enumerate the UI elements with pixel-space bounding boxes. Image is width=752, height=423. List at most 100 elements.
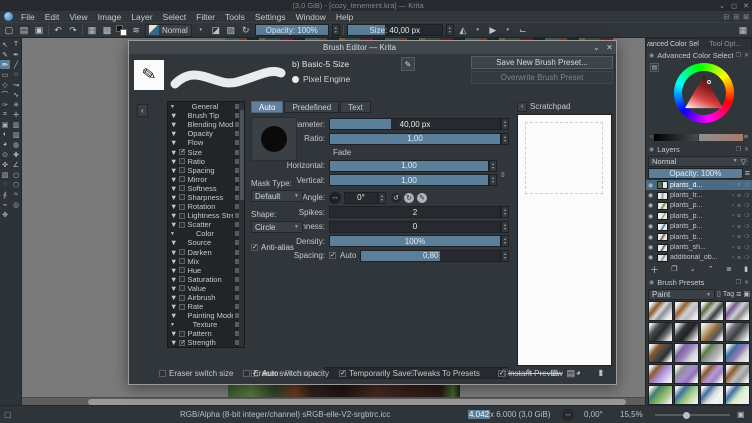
menu-settings[interactable]: Settings [251,12,290,22]
tab-advanced-color-selector[interactable]: Advanced Color Sele... [647,39,699,50]
duplicate-layer-icon[interactable]: ❐ [671,265,677,273]
brush-option-row[interactable]: ▼ Scatter [168,220,244,229]
presets-float-icon[interactable]: ❐ [736,279,741,286]
layer-row[interactable]: ◉ plants_p... ▫ α ❍ [646,201,752,211]
option-checkbox[interactable] [179,276,186,283]
acs-settings-icon[interactable]: ▤ [650,63,659,72]
brush-preset-thumb[interactable] [699,343,725,364]
edit-shapes-tool[interactable]: ✎ [0,50,10,59]
polygon-selection-tool[interactable]: ⬡ [11,180,21,189]
overwrite-preset-button[interactable]: Overwrite Brush Preset [471,71,613,84]
measure-tool[interactable]: ∠ [11,160,21,169]
move-tool[interactable]: ✛ [11,110,21,119]
menu-filter[interactable]: Filter [192,12,219,22]
brush-option-row[interactable]: ▼ Texture [168,320,244,329]
dialog-shade-icon[interactable]: ⌄ [590,43,603,52]
scratchpad-collapse-button[interactable]: ‹ [517,101,527,112]
brush-preset-thumb[interactable] [648,343,673,364]
minimize-icon[interactable]: ⌄ [716,2,728,10]
polyline-tool[interactable]: ↝ [11,80,21,89]
zoom-slider[interactable] [655,411,730,419]
layer-visible-icon[interactable]: ◉ [648,192,655,199]
save-icon[interactable]: ▣ [33,24,45,36]
brush-preset-thumb[interactable] [673,385,699,406]
layer-row[interactable]: ◉ plants_tr... ▫ α ❍ [646,190,752,200]
brush-editor-toggle[interactable]: Normal [145,23,192,37]
menu-window[interactable]: Window [292,12,330,22]
brush-option-row[interactable]: ▼ Saturation [168,275,244,284]
option-checkbox[interactable] [179,330,186,337]
brush-option-row[interactable]: ▼ Value [168,284,244,293]
wrap-around-icon[interactable]: ▶ [487,24,499,36]
layer-row[interactable]: ◉ plants_sh... ▫ α ❍ [646,242,752,252]
polygon-tool[interactable]: ◇ [0,80,10,89]
brush-preset-thumb[interactable] [725,364,750,385]
layer-visible-icon[interactable]: ◉ [648,202,655,209]
wrap-dropdown-icon[interactable]: ▾ [502,24,514,36]
link-fade-icon[interactable]: ∞ [499,168,508,180]
color-wheel[interactable] [674,63,734,123]
instant-preview-option[interactable]: Instant Preview [497,369,563,378]
maximize-icon[interactable]: ◻ [728,2,740,10]
preset-history-icon[interactable]: ▤ [567,369,576,378]
text-tool[interactable]: T [11,40,21,49]
brush-option-row[interactable]: ▼ Source [168,238,244,247]
dock-close-icon[interactable]: ⊠ [743,13,749,21]
brush-preset-thumb[interactable] [725,385,750,406]
layer-visible-icon[interactable]: ◉ [648,234,655,241]
diameter-slider[interactable]: 40,00 px [329,118,501,130]
angle-edit-icon[interactable]: ✎ [417,192,427,203]
dialog-titlebar[interactable]: Brush Editor — Krita ⌄ ✕ [129,41,616,54]
colorize-mask-tool[interactable]: ⊙ [0,150,10,159]
eraser-mode-icon[interactable]: ◪ [210,24,222,36]
rectangle-tool[interactable]: ▭ [0,70,10,79]
brush-preset-thumb[interactable] [673,364,699,385]
redo-icon[interactable]: ↷ [67,24,79,36]
scratchpad-clear-icon[interactable]: ▮ [599,368,603,377]
option-checkbox[interactable] [179,258,186,265]
strip-right-icon[interactable]: ⊘ [744,134,748,141]
layer-row[interactable]: ◉ plants_p... ▫ α ❍ [646,222,752,232]
brush-option-row[interactable]: ▼ Rate [168,302,244,311]
brush-option-row[interactable]: ▼ Darken [168,248,244,257]
vertical-fade-slider[interactable]: 1,00 [329,174,489,186]
brush-option-row[interactable]: ▼ Size [168,147,244,157]
option-checkbox[interactable] [179,203,186,210]
brush-option-row[interactable]: ▼ Ratio [168,157,244,166]
option-checkbox[interactable] [179,285,186,292]
opacity-spin[interactable]: ▴ ▾ [331,24,340,36]
spikes-slider[interactable]: 2 [329,206,501,218]
angle-input[interactable]: 0° [344,191,378,204]
rotate-cw-icon[interactable]: ↻ [404,192,414,203]
canvas-horizontal-scrollbar[interactable] [22,397,645,405]
brush-option-row[interactable]: ▼ Flow [168,138,244,147]
smart-patch-tool[interactable]: ✚ [11,150,21,159]
layer-opacity-slider[interactable]: Opacity: 100% [648,168,743,179]
zoom-tool[interactable]: ◎ [11,200,21,209]
option-checkbox[interactable] [179,221,186,228]
brush-option-row[interactable]: ▼ Sharpness [168,193,244,202]
scratchpad-fill-icon[interactable]: ◕ [576,368,581,377]
brush-preset-thumb[interactable] [673,322,699,343]
new-document-icon[interactable]: ▢ [3,24,15,36]
brush-preset-thumb[interactable] [648,385,673,406]
preset-tag-select[interactable]: Paint ▼ [648,289,715,301]
scratchpad-canvas[interactable] [517,114,612,366]
freehand-path-tool[interactable]: ∿ [11,90,21,99]
option-checkbox[interactable] [179,339,185,346]
dynamic-brush-tool[interactable]: ✑ [0,100,10,109]
option-checkbox[interactable] [179,148,185,156]
open-document-icon[interactable]: ▤ [18,24,30,36]
option-checkbox[interactable] [179,249,186,256]
freehand-selection-tool[interactable]: ∮ [0,190,10,199]
multibrush-tool[interactable]: ✳ [11,100,21,109]
pattern-chooser-icon[interactable]: ▩ [101,24,113,36]
preset-list-view-icon[interactable]: ≡ [736,290,741,299]
opacity-slider[interactable]: Opacity: 100% [254,24,329,36]
brush-option-row[interactable]: ▼ Mirror [168,175,244,184]
brush-option-row[interactable]: ▼ Airbrush [168,293,244,302]
brush-option-row[interactable]: ▼ Mix [168,257,244,266]
layers-float-icon[interactable]: ❐ [736,146,741,153]
similar-selection-tool[interactable]: ≈ [11,190,21,199]
tab-auto[interactable]: Auto [251,101,284,113]
